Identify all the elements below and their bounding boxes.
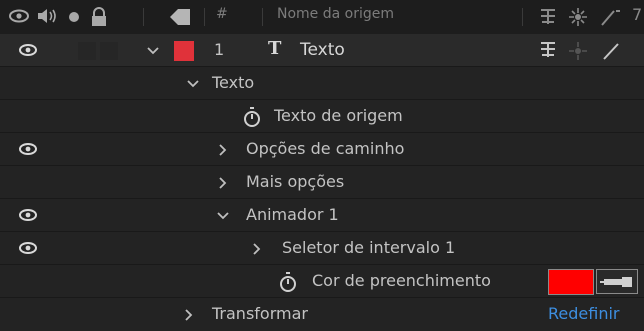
reset-link[interactable]: Redefinir [548, 304, 619, 323]
visibility-eye-icon[interactable] [18, 43, 38, 57]
solo-switch[interactable] [78, 42, 96, 60]
lock-icon[interactable] [90, 7, 108, 27]
header-divider [204, 8, 205, 26]
visibility-eye-icon[interactable] [18, 208, 38, 222]
quality-switch-icon[interactable] [600, 41, 624, 61]
property-row[interactable]: Cor de preenchimento [0, 265, 644, 298]
shy-switch-icon[interactable] [538, 41, 558, 59]
chevron-right-icon[interactable] [216, 176, 230, 190]
chevron-right-icon[interactable] [250, 242, 264, 256]
lock-switch[interactable] [100, 42, 118, 60]
shy-layer-icon[interactable] [538, 8, 558, 26]
property-label[interactable]: Transformar [212, 304, 308, 323]
chevron-down-icon[interactable] [146, 44, 160, 58]
property-group-row[interactable]: Seletor de intervalo 1 [0, 232, 644, 265]
property-label[interactable]: Texto [212, 73, 254, 92]
layer-name[interactable]: Texto [300, 40, 345, 60]
property-row[interactable]: Texto de origem [0, 100, 644, 133]
property-label[interactable]: Cor de preenchimento [312, 271, 491, 290]
chevron-down-icon[interactable] [186, 77, 200, 91]
audio-speaker-icon[interactable] [36, 7, 58, 25]
visibility-eye-icon[interactable] [18, 241, 38, 255]
property-group-row[interactable]: Transformar Redefinir [0, 298, 644, 331]
chevron-right-icon[interactable] [182, 308, 196, 322]
layer-number-column-label: # [216, 6, 228, 22]
property-label[interactable]: Mais opções [246, 172, 344, 191]
property-group-row[interactable]: Opções de caminho [0, 133, 644, 166]
property-label[interactable]: Seletor de intervalo 1 [282, 238, 455, 257]
property-label[interactable]: Opções de caminho [246, 139, 404, 158]
stopwatch-icon[interactable] [278, 271, 298, 293]
chevron-right-icon[interactable] [216, 143, 230, 157]
quality-icon[interactable] [600, 7, 624, 27]
video-eye-icon[interactable] [8, 8, 30, 24]
property-group-row[interactable]: Mais opções [0, 166, 644, 199]
stopwatch-icon[interactable] [242, 106, 262, 128]
solo-dot-icon[interactable] [68, 11, 80, 23]
visibility-eye-icon[interactable] [18, 142, 38, 156]
layer-number: 1 [214, 40, 225, 59]
property-label[interactable]: Texto de origem [274, 106, 403, 125]
property-label[interactable]: Animador 1 [246, 205, 339, 224]
source-name-column-label[interactable]: Nome da origem [277, 6, 394, 22]
label-tag-icon[interactable] [168, 7, 192, 27]
property-group-row[interactable]: Animador 1 [0, 199, 644, 232]
collapse-switch-icon[interactable] [568, 41, 588, 61]
eyedropper-icon[interactable] [596, 269, 638, 294]
layer-label-color[interactable] [174, 41, 194, 61]
timeline-column-header: # Nome da origem 7 [0, 0, 644, 35]
header-divider [522, 8, 523, 26]
collapse-transform-icon[interactable] [568, 7, 588, 27]
header-divider [143, 8, 144, 26]
property-group-row[interactable]: Texto [0, 67, 644, 100]
fill-color-swatch[interactable] [548, 269, 594, 295]
text-layer-type-icon: T [268, 38, 282, 59]
chevron-down-icon[interactable] [216, 209, 230, 223]
header-divider [262, 8, 263, 26]
layer-row[interactable]: 1 T Texto [0, 34, 644, 67]
